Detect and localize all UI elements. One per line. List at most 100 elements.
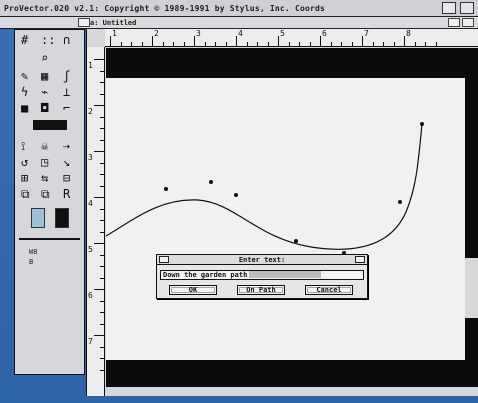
magnet-icon[interactable]: ∩: [63, 34, 70, 46]
ruler-tick-major: [94, 151, 104, 152]
ruler-tick-minor: [330, 42, 332, 46]
horizontal-ruler: 1 2 3 4 5 6 7 8: [105, 29, 478, 47]
zoom-button[interactable]: [442, 2, 456, 14]
zoom-icon[interactable]: [448, 18, 460, 27]
texture-tool-icon[interactable]: ▦: [41, 70, 48, 82]
ruler-tick-major: [94, 197, 104, 198]
ruler-tick-minor: [100, 277, 104, 279]
ruler-tick-minor: [100, 70, 104, 72]
ellipse-tool-icon[interactable]: ◘: [41, 102, 48, 114]
transform-icon[interactable]: ◳: [41, 156, 48, 168]
text-tool-icon[interactable]: R: [63, 188, 70, 200]
ruler-tick-minor: [100, 128, 104, 129]
bezier-tool-icon[interactable]: ϟ: [21, 86, 28, 98]
ruler-tick-minor: [100, 254, 104, 256]
ruler-tick-major: [94, 243, 104, 244]
ruler-tick-minor: [309, 42, 311, 46]
ruler-tick-major: [236, 36, 237, 46]
control-point[interactable]: [420, 122, 424, 126]
ruler-tick-major: [94, 289, 104, 290]
ruler-tick-minor: [131, 42, 132, 46]
control-point[interactable]: [209, 180, 213, 184]
pen-tool-icon[interactable]: ✎: [21, 70, 28, 82]
copy-icon[interactable]: ⧉: [21, 188, 30, 200]
ruler-label: 2: [88, 107, 93, 116]
ruler-tick-major: [94, 59, 104, 60]
ruler-label: 4: [238, 29, 243, 38]
ruler-tick-minor: [372, 42, 374, 46]
ruler-tick-minor: [204, 42, 206, 46]
dialog-depth-icon[interactable]: [355, 256, 365, 263]
scale-icon[interactable]: ↘: [63, 156, 70, 168]
ruler-tick-major: [152, 36, 153, 46]
app-title-bar[interactable]: ProVector.020 v2.1: Copyright © 1989-199…: [0, 0, 478, 17]
node-tool-icon[interactable]: ⌁: [41, 86, 48, 98]
ungroup-icon[interactable]: ⇆: [41, 172, 48, 184]
ruler-tick-minor: [162, 42, 164, 46]
stroke-swatch[interactable]: [55, 208, 69, 228]
skull-icon[interactable]: ☠: [41, 140, 48, 152]
curve-tool-icon[interactable]: ʃ: [63, 70, 70, 82]
control-point[interactable]: [234, 193, 238, 197]
ruler-label: 7: [364, 29, 369, 38]
rectangle-tool-icon[interactable]: ■: [21, 102, 28, 114]
cancel-button[interactable]: Cancel: [305, 285, 353, 295]
grid-icon[interactable]: #: [21, 34, 28, 46]
duplicate-icon[interactable]: ⧉: [41, 188, 50, 200]
connect-tool-icon[interactable]: ⟂: [63, 86, 70, 98]
dialog-close-icon[interactable]: [159, 256, 169, 263]
document-title: a: Untitled: [90, 19, 137, 27]
zoom-icon[interactable]: ⌕: [41, 52, 48, 64]
bezier-points-icon[interactable]: ⟟: [21, 140, 25, 152]
bezier-path[interactable]: [106, 48, 465, 387]
pointer-tool-icon[interactable]: [33, 120, 67, 130]
align-icon[interactable]: ⊟: [63, 172, 70, 184]
text-input-value: Down the garden path: [163, 271, 248, 279]
text-input[interactable]: Down the garden path: [160, 270, 364, 280]
ok-button[interactable]: OK: [169, 285, 217, 295]
ruler-tick-minor: [120, 42, 122, 46]
ruler-tick-minor: [100, 312, 104, 313]
rotate-icon[interactable]: ↺: [21, 156, 28, 168]
drawing-canvas[interactable]: [106, 48, 465, 387]
ruler-label: 3: [88, 153, 93, 162]
depth-button[interactable]: [460, 2, 474, 14]
ruler-tick-minor: [141, 42, 143, 46]
ruler-tick-minor: [425, 42, 426, 46]
ruler-tick-major: [404, 36, 405, 46]
ruler-tick-minor: [100, 162, 104, 164]
ruler-tick-minor: [100, 185, 104, 187]
app-title: ProVector.020 v2.1: Copyright © 1989-199…: [4, 4, 326, 13]
vertical-ruler: 1 2 3 4 5 6 7: [87, 47, 105, 396]
scroll-thumb[interactable]: [465, 258, 478, 318]
ruler-label: 5: [280, 29, 285, 38]
ruler-tick-minor: [100, 116, 104, 118]
snap-icon[interactable]: ::: [41, 34, 55, 46]
ruler-tick-minor: [383, 42, 384, 46]
ruler-tick-minor: [351, 42, 353, 46]
vertical-scrollbar[interactable]: [465, 48, 478, 387]
ruler-tick-minor: [100, 208, 104, 210]
ruler-tick-minor: [215, 42, 216, 46]
ruler-label: 8: [406, 29, 411, 38]
dialog-title: Enter text:: [157, 255, 367, 265]
ruler-tick-minor: [257, 42, 258, 46]
ruler-tick-major: [94, 335, 104, 336]
on-path-button[interactable]: On Path: [237, 285, 285, 295]
document-title-bar[interactable]: a: Untitled: [0, 17, 478, 29]
ruler-tick-minor: [100, 358, 104, 359]
ruler-tick-minor: [100, 346, 104, 348]
control-point[interactable]: [294, 239, 298, 243]
ruler-tick-minor: [414, 42, 416, 46]
depth-icon[interactable]: [462, 18, 474, 27]
corner-tool-icon[interactable]: ⌐: [63, 102, 70, 114]
close-icon[interactable]: [78, 18, 90, 27]
ruler-tick-minor: [183, 42, 185, 46]
arrow-icon[interactable]: ⇢: [63, 140, 70, 152]
toolbox-mini-label-2: B: [29, 258, 34, 266]
control-point[interactable]: [164, 187, 168, 191]
group-icon[interactable]: ⊞: [21, 172, 28, 184]
control-point[interactable]: [398, 200, 402, 204]
fill-swatch[interactable]: [31, 208, 45, 228]
ruler-label: 5: [88, 245, 93, 254]
